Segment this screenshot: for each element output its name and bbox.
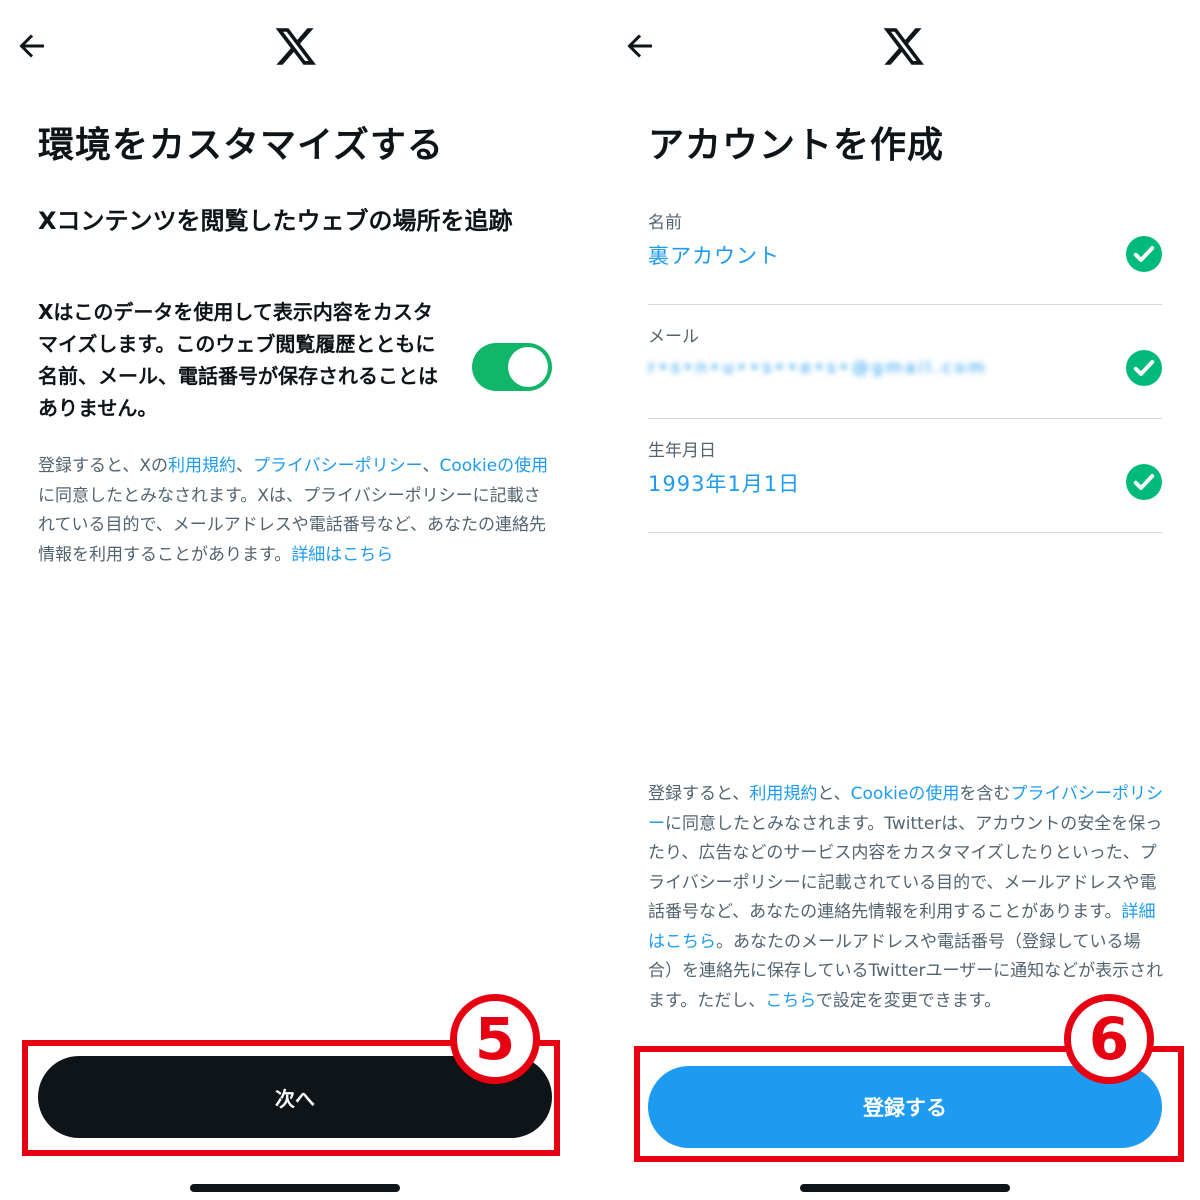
check-circle-icon [1126, 464, 1162, 500]
email-value[interactable]: r•s•n•u••s••e•s•@gmail.com [648, 358, 988, 378]
toggle-description: Xはこのデータを使用して表示内容をカスタマイズします。このウェブ閲覧履歴とともに… [38, 300, 438, 420]
name-label: 名前 [648, 213, 682, 233]
create-account-screen: アカウントを作成 名前 裏アカウント メール r•s•n•u••s••e•s•@… [608, 0, 1200, 1200]
terms-link[interactable]: 利用規約 [749, 784, 817, 804]
email-label: メール [648, 327, 699, 347]
check-circle-icon [1126, 350, 1162, 386]
fine-print-text: に同意したとみなされます。Twitterは、アカウントの安全を保ったり、広告など… [648, 813, 1163, 923]
birthdate-label: 生年月日 [648, 441, 716, 461]
terms-link[interactable]: 利用規約 [168, 456, 236, 476]
fine-print-text: と、 [817, 784, 851, 804]
tracking-toggle[interactable] [472, 343, 552, 391]
birthdate-value[interactable]: 1993年1月1日 [648, 468, 800, 498]
details-link[interactable]: 詳細はこちら [291, 545, 393, 565]
settings-here-link[interactable]: こちら [765, 991, 816, 1011]
section-heading: Xコンテンツを閲覧したウェブの場所を追跡 [38, 207, 513, 235]
fine-print-text: 、 [422, 456, 440, 476]
page-title: 環境をカスタマイズする [38, 125, 444, 166]
step-marker-5: 5 [450, 994, 540, 1084]
page-title: アカウントを作成 [648, 125, 945, 166]
check-circle-icon [1126, 236, 1162, 272]
legal-fine-print: 登録すると、利用規約と、Cookieの使用を含むプライバシーポリシーに同意したと… [648, 780, 1164, 1016]
back-arrow-icon[interactable] [622, 28, 658, 64]
step-marker-6: 6 [1064, 994, 1154, 1084]
fine-print-text: 、 [235, 456, 253, 476]
name-value[interactable]: 裏アカウント [648, 240, 780, 270]
back-arrow-icon[interactable] [14, 28, 50, 64]
customize-experience-screen: 環境をカスタマイズする Xコンテンツを閲覧したウェブの場所を追跡 Xはこのデータ… [0, 0, 600, 1200]
fine-print-text: 登録すると、Xの [38, 456, 168, 476]
cookie-use-link[interactable]: Cookieの使用 [851, 784, 960, 804]
home-indicator [190, 1184, 400, 1192]
email-field[interactable]: メール r•s•n•u••s••e•s•@gmail.com [648, 322, 1162, 419]
name-field[interactable]: 名前 裏アカウント [648, 208, 1162, 305]
legal-fine-print: 登録すると、Xの利用規約、プライバシーポリシー、Cookieの使用に同意したとみ… [38, 452, 556, 570]
birthdate-field[interactable]: 生年月日 1993年1月1日 [648, 436, 1162, 533]
x-logo-icon [882, 24, 926, 68]
toggle-knob [508, 347, 548, 387]
fine-print-text: で設定を変更できます。 [815, 990, 1002, 1011]
privacy-policy-link[interactable]: プライバシーポリシー [253, 456, 423, 476]
cookie-use-link[interactable]: Cookieの使用 [439, 456, 548, 476]
home-indicator [800, 1184, 1010, 1192]
fine-print-text: 登録すると、 [648, 784, 750, 804]
fine-print-text: を含む [959, 784, 1011, 804]
x-logo-icon [274, 24, 318, 68]
